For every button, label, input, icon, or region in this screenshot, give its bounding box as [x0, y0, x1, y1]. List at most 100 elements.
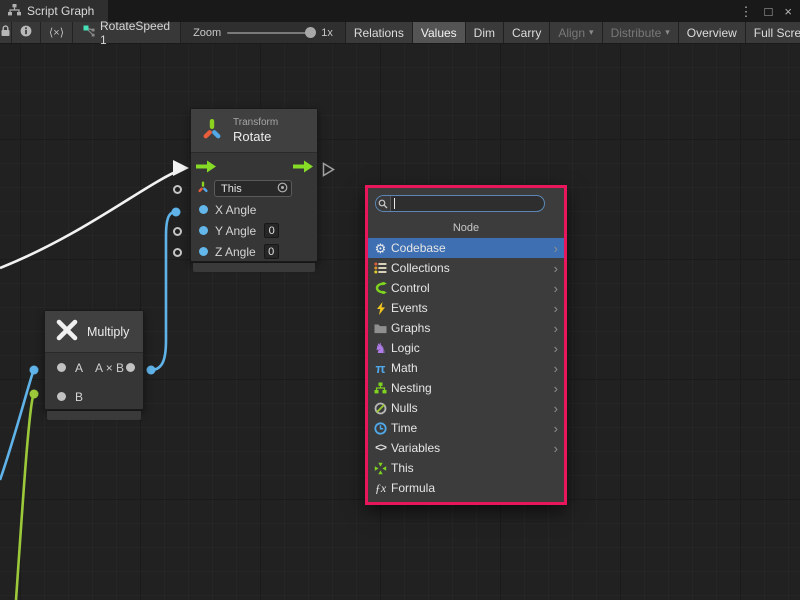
chevron-right-icon: › [554, 442, 558, 455]
branch-icon [373, 281, 388, 296]
a-port[interactable] [57, 363, 66, 372]
code-view-button[interactable]: ⟨×⟩ [41, 22, 73, 43]
list-item-variables[interactable]: <> Variables › [368, 438, 564, 458]
search-input[interactable] [395, 198, 544, 210]
z-angle-port-socket[interactable] [173, 248, 182, 257]
list-item-math[interactable]: π Math › [368, 358, 564, 378]
list-item-nulls[interactable]: Nulls › [368, 398, 564, 418]
transform-rotate-node[interactable]: Transform Rotate [190, 108, 318, 262]
graph-node-icon [83, 25, 95, 40]
this-icon [373, 461, 388, 476]
transform-node-header[interactable]: Transform Rotate [191, 109, 317, 153]
window-controls: ⋮ □ × [738, 0, 800, 22]
chevron-right-icon: › [554, 422, 558, 435]
category-list: ⚙ Codebase › Collections › Control [368, 238, 564, 498]
search-icon[interactable] [376, 196, 391, 211]
multiply-icon [55, 318, 79, 345]
graph-canvas[interactable]: Transform Rotate [0, 44, 800, 600]
control-output-port[interactable] [293, 160, 313, 176]
brackets-icon: <> [373, 441, 388, 456]
this-port-row: This [191, 178, 317, 199]
node-search-popup: Node ⚙ Codebase › Collections › [365, 185, 567, 505]
values-button[interactable]: Values [412, 22, 465, 43]
z-angle-port[interactable] [199, 247, 208, 256]
null-icon [373, 401, 388, 416]
window-menu-icon[interactable]: ⋮ [738, 5, 755, 18]
tab-title: Script Graph [27, 4, 94, 18]
chevron-right-icon: › [554, 282, 558, 295]
z-angle-port-row: Z Angle 0 [191, 241, 317, 262]
this-port-socket[interactable] [173, 185, 182, 194]
popup-header: Node [368, 222, 564, 234]
zoom-slider-handle[interactable] [305, 27, 316, 38]
z-angle-value-field[interactable]: 0 [264, 244, 279, 259]
y-angle-port[interactable] [199, 226, 208, 235]
distribute-button[interactable]: Distribute ▾ [602, 22, 678, 43]
lock-button[interactable] [0, 22, 12, 43]
folder-icon [373, 321, 388, 336]
list-item-events[interactable]: Events › [368, 298, 564, 318]
chevron-right-icon: › [554, 382, 558, 395]
graph-tab-icon [8, 4, 21, 19]
zoom-label: Zoom [193, 27, 221, 39]
chevron-right-icon: › [554, 362, 558, 375]
this-object-field[interactable]: This [214, 180, 292, 197]
list-icon [373, 261, 388, 276]
zoom-value: 1x [321, 27, 333, 39]
info-icon [20, 25, 32, 40]
multiply-node[interactable]: Multiply A A × B B [44, 310, 144, 410]
full-screen-button[interactable]: Full Screen [745, 22, 800, 43]
result-port[interactable] [126, 363, 135, 372]
chevron-right-icon: › [554, 322, 558, 335]
list-item-control[interactable]: Control › [368, 278, 564, 298]
window-close-icon[interactable]: × [782, 5, 794, 18]
control-input-port[interactable] [196, 160, 216, 176]
object-picker-icon[interactable] [277, 182, 288, 196]
search-field[interactable] [375, 195, 545, 212]
b-port-label: B [75, 390, 83, 404]
control-wire-arrowhead [173, 160, 189, 176]
list-item-logic[interactable]: ♞ Logic › [368, 338, 564, 358]
result-port-label: A × B [95, 361, 124, 375]
list-item-graphs[interactable]: Graphs › [368, 318, 564, 338]
dim-button[interactable]: Dim [465, 22, 503, 43]
unity-script-graph-window: Script Graph ⋮ □ × ⟨×⟩ RotateSpeed 1 [0, 0, 800, 600]
list-item-collections[interactable]: Collections › [368, 258, 564, 278]
tab-script-graph[interactable]: Script Graph [0, 0, 108, 22]
window-maximize-icon[interactable]: □ [763, 5, 775, 18]
list-item-nesting[interactable]: Nesting › [368, 378, 564, 398]
relations-button[interactable]: Relations [345, 22, 412, 43]
a-port-row: A A × B [45, 353, 143, 382]
gear-icon: ⚙ [373, 241, 388, 256]
carry-button[interactable]: Carry [503, 22, 549, 43]
z-angle-label: Z Angle [215, 245, 256, 259]
graph-breadcrumb[interactable]: RotateSpeed 1 [73, 22, 181, 43]
transform-node-footer [193, 263, 315, 272]
y-angle-port-row: Y Angle 0 [191, 220, 317, 241]
y-angle-value-field[interactable]: 0 [264, 223, 279, 238]
inspect-button[interactable] [12, 22, 41, 43]
multiply-node-footer [47, 411, 141, 420]
x-angle-label: X Angle [215, 203, 256, 217]
y-angle-port-socket[interactable] [173, 227, 182, 236]
list-item-time[interactable]: Time › [368, 418, 564, 438]
transform-mini-icon [196, 180, 210, 197]
zoom-slider[interactable] [227, 32, 315, 34]
x-angle-port-row: X Angle [191, 199, 317, 220]
list-item-this[interactable]: This [368, 458, 564, 478]
breadcrumb-label: RotateSpeed 1 [100, 19, 170, 47]
overview-button[interactable]: Overview [678, 22, 745, 43]
node-title: Rotate [233, 129, 278, 144]
node-category: Transform [233, 117, 278, 129]
pi-icon: π [373, 361, 388, 376]
b-port[interactable] [57, 392, 66, 401]
control-output-socket[interactable] [322, 162, 335, 182]
toolbar-buttons: Relations Values Dim Carry Align ▾ Distr… [345, 22, 800, 43]
list-item-formula[interactable]: ƒx Formula [368, 478, 564, 498]
multiply-node-header[interactable]: Multiply [45, 311, 143, 353]
align-button[interactable]: Align ▾ [549, 22, 601, 43]
chevron-right-icon: › [554, 342, 558, 355]
lock-icon [0, 25, 11, 40]
x-angle-port[interactable] [199, 205, 208, 214]
list-item-codebase[interactable]: ⚙ Codebase › [368, 238, 564, 258]
